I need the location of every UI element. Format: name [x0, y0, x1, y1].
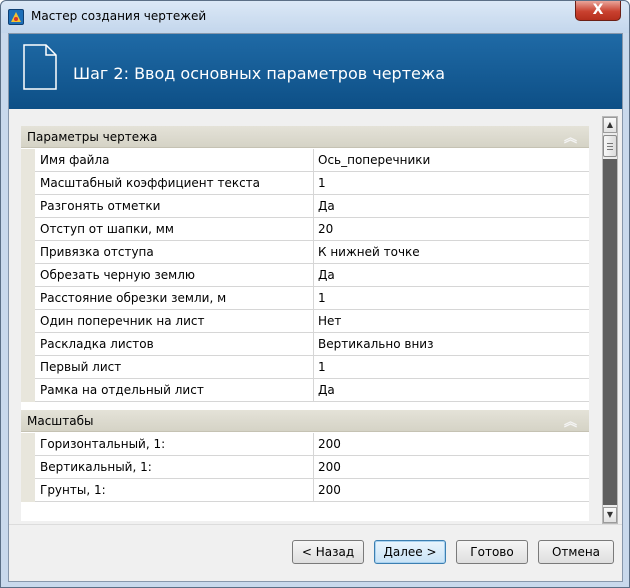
property-value-input[interactable]: 200 — [314, 456, 589, 479]
cancel-button[interactable]: Отмена — [538, 540, 614, 564]
wizard-footer: < Назад Далее > Готово Отмена — [9, 524, 622, 581]
property-value-input[interactable]: Да — [314, 195, 589, 218]
finish-button[interactable]: Готово — [456, 540, 528, 564]
scroll-track[interactable] — [603, 159, 617, 505]
scroll-up-icon[interactable]: ▲ — [603, 117, 617, 133]
window-title: Мастер создания чертежей — [31, 9, 207, 23]
property-value-input[interactable]: 200 — [314, 479, 589, 502]
property-row[interactable]: Горизонтальный, 1: 200 — [21, 433, 589, 456]
group-header-drawing-params[interactable]: Параметры чертежа ︽ — [21, 126, 589, 148]
close-button[interactable]: X — [575, 1, 621, 21]
property-row[interactable]: Грунты, 1: 200 — [21, 479, 589, 502]
app-icon — [8, 9, 24, 25]
property-row[interactable]: Расстояние обрезки земли, м 1 — [21, 287, 589, 310]
vertical-scrollbar[interactable]: ▲ ▼ — [602, 116, 618, 524]
wizard-client-area: Шаг 2: Ввод основных параметров чертежа … — [8, 33, 623, 582]
property-name: Расстояние обрезки земли, м — [35, 287, 314, 310]
property-name: Горизонтальный, 1: — [35, 433, 314, 456]
property-value-input[interactable]: 1 — [314, 172, 589, 195]
document-icon — [23, 44, 57, 90]
property-name: Раскладка листов — [35, 333, 314, 356]
property-name: Отступ от шапки, мм — [35, 218, 314, 241]
collapse-icon[interactable]: ︽ — [564, 128, 577, 150]
property-value-input[interactable]: Ось_поперечники — [314, 149, 589, 172]
property-value-input[interactable]: Нет — [314, 310, 589, 333]
next-button[interactable]: Далее > — [374, 540, 446, 564]
property-name: Масштабный коэффициент текста — [35, 172, 314, 195]
property-value-input[interactable]: Да — [314, 379, 589, 402]
property-row[interactable]: Привязка отступа К нижней точке — [21, 241, 589, 264]
property-value-input[interactable]: 1 — [314, 287, 589, 310]
property-value-input[interactable]: Вертикально вниз — [314, 333, 589, 356]
property-row[interactable]: Рамка на отдельный лист Да — [21, 379, 589, 402]
collapse-icon[interactable]: ︽ — [564, 412, 577, 434]
property-name: Грунты, 1: — [35, 479, 314, 502]
property-row[interactable]: Один поперечник на лист Нет — [21, 310, 589, 333]
property-row[interactable]: Масштабный коэффициент текста 1 — [21, 172, 589, 195]
property-name: Разгонять отметки — [35, 195, 314, 218]
property-name: Привязка отступа — [35, 241, 314, 264]
group-title: Параметры чертежа — [27, 130, 158, 144]
property-name: Рамка на отдельный лист — [35, 379, 314, 402]
property-value-input[interactable]: 1 — [314, 356, 589, 379]
back-button[interactable]: < Назад — [292, 540, 364, 564]
property-value-input[interactable]: 200 — [314, 433, 589, 456]
property-row[interactable]: Имя файла Ось_поперечники — [21, 149, 589, 172]
property-value-input[interactable]: К нижней точке — [314, 241, 589, 264]
scroll-down-icon[interactable]: ▼ — [603, 507, 617, 523]
wizard-window: Мастер создания чертежей X Шаг 2: Ввод о… — [0, 0, 630, 588]
property-row[interactable]: Разгонять отметки Да — [21, 195, 589, 218]
group-title: Масштабы — [27, 414, 94, 428]
step-banner: Шаг 2: Ввод основных параметров чертежа — [9, 34, 622, 109]
property-row[interactable]: Раскладка листов Вертикально вниз — [21, 333, 589, 356]
property-grid: Параметры чертежа ︽ Имя файла Ось_попере… — [21, 126, 589, 521]
property-value-input[interactable]: Да — [314, 264, 589, 287]
property-row[interactable]: Первый лист 1 — [21, 356, 589, 379]
property-row[interactable]: Вертикальный, 1: 200 — [21, 456, 589, 479]
scroll-thumb[interactable] — [603, 135, 617, 157]
title-bar[interactable]: Мастер создания чертежей X — [1, 1, 629, 33]
property-value-input[interactable]: 20 — [314, 218, 589, 241]
property-name: Вертикальный, 1: — [35, 456, 314, 479]
step-title: Шаг 2: Ввод основных параметров чертежа — [73, 64, 446, 83]
property-name: Обрезать черную землю — [35, 264, 314, 287]
property-name: Имя файла — [35, 149, 314, 172]
property-row[interactable]: Отступ от шапки, мм 20 — [21, 218, 589, 241]
group-header-scales[interactable]: Масштабы ︽ — [21, 410, 589, 432]
property-name: Один поперечник на лист — [35, 310, 314, 333]
property-name: Первый лист — [35, 356, 314, 379]
property-row[interactable]: Обрезать черную землю Да — [21, 264, 589, 287]
